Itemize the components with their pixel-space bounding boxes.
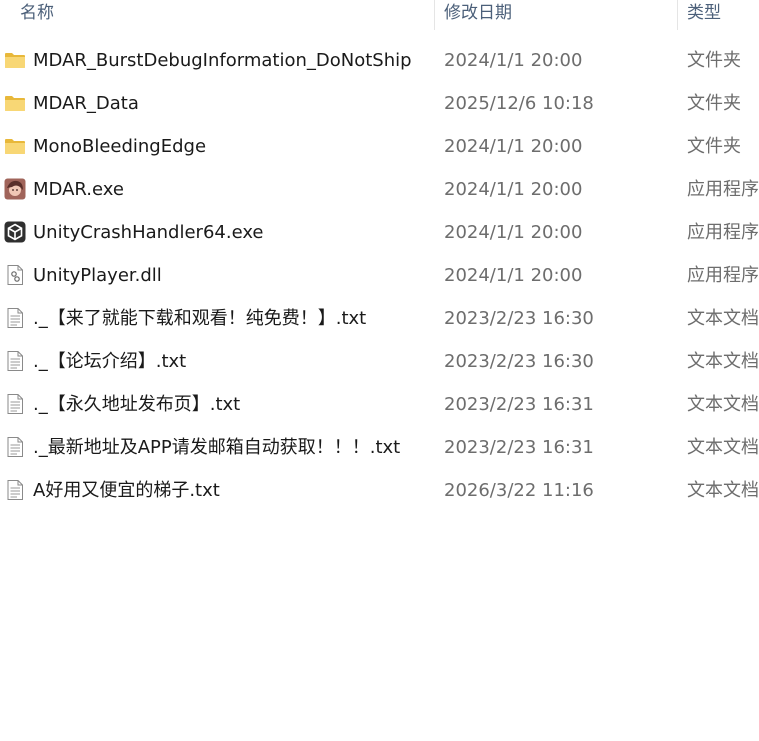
text-file-icon xyxy=(4,479,26,501)
column-divider[interactable] xyxy=(677,0,678,30)
file-type: 文本文档 xyxy=(687,394,759,415)
column-divider[interactable] xyxy=(434,0,435,30)
text-file-icon xyxy=(4,436,26,458)
text-file-icon xyxy=(4,350,26,372)
file-name: ._【永久地址发布页】.txt xyxy=(33,394,241,415)
file-type: 应用程序 xyxy=(687,265,759,286)
file-date: 2024/1/1 20:00 xyxy=(444,179,583,200)
file-explorer: 名称 修改日期 类型 MDAR_BurstDebugInformation_Do… xyxy=(0,0,759,741)
file-date: 2023/2/23 16:31 xyxy=(444,394,594,415)
file-type: 应用程序 xyxy=(687,179,759,200)
file-row[interactable]: UnityPlayer.dll 2024/1/1 20:00 应用程序 xyxy=(0,254,759,297)
file-name: ._【来了就能下载和观看！纯免费！】.txt xyxy=(33,308,367,329)
file-name: MDAR_Data xyxy=(33,93,139,114)
file-type: 文本文档 xyxy=(687,308,759,329)
file-type: 文本文档 xyxy=(687,437,759,458)
file-row[interactable]: UnityCrashHandler64.exe 2024/1/1 20:00 应用程… xyxy=(0,211,759,254)
folder-icon xyxy=(4,135,26,157)
dll-file-icon xyxy=(4,264,26,286)
file-name: UnityPlayer.dll xyxy=(33,265,162,286)
file-row[interactable]: ._【论坛介绍】.txt 2023/2/23 16:30 文本文档 xyxy=(0,340,759,383)
folder-icon xyxy=(4,49,26,71)
file-row[interactable]: A好用又便宜的梯子.txt 2026/3/22 11:16 文本文档 xyxy=(0,469,759,512)
file-type: 文本文档 xyxy=(687,351,759,372)
file-name: MDAR.exe xyxy=(33,179,124,200)
folder-icon xyxy=(4,92,26,114)
file-date: 2025/12/6 10:18 xyxy=(444,93,594,114)
text-file-icon xyxy=(4,307,26,329)
file-type: 文件夹 xyxy=(687,50,741,71)
text-file-icon xyxy=(4,393,26,415)
column-header-name[interactable]: 名称 xyxy=(20,0,430,30)
file-date: 2023/2/23 16:31 xyxy=(444,437,594,458)
file-row[interactable]: MDAR.exe 2024/1/1 20:00 应用程序 xyxy=(0,168,759,211)
file-type: 文件夹 xyxy=(687,93,741,114)
file-type: 应用程序 xyxy=(687,222,759,243)
app-character-icon xyxy=(4,178,26,200)
file-type: 文本文档 xyxy=(687,480,759,501)
file-date: 2024/1/1 20:00 xyxy=(444,136,583,157)
file-date: 2024/1/1 20:00 xyxy=(444,265,583,286)
column-header-type[interactable]: 类型 xyxy=(687,0,759,30)
file-list: MDAR_BurstDebugInformation_DoNotShip 2024… xyxy=(0,39,759,512)
file-name: MDAR_BurstDebugInformation_DoNotShip xyxy=(33,50,412,71)
file-row[interactable]: ._【来了就能下载和观看！纯免费！】.txt 2023/2/23 16:30 文本文… xyxy=(0,297,759,340)
file-date: 2023/2/23 16:30 xyxy=(444,351,594,372)
file-date: 2026/3/22 11:16 xyxy=(444,480,594,501)
unity-icon xyxy=(4,221,26,243)
file-name: A好用又便宜的梯子.txt xyxy=(33,480,220,501)
file-date: 2024/1/1 20:00 xyxy=(444,222,583,243)
file-row[interactable]: ._【永久地址发布页】.txt 2023/2/23 16:31 文本文档 xyxy=(0,383,759,426)
column-header-date[interactable]: 修改日期 xyxy=(444,0,674,30)
file-date: 2023/2/23 16:30 xyxy=(444,308,594,329)
column-header: 名称 修改日期 类型 xyxy=(0,0,759,30)
file-row[interactable]: ._最新地址及APP请发邮箱自动获取！！！.txt 2023/2/23 16:31… xyxy=(0,426,759,469)
file-row[interactable]: MonoBleedingEdge 2024/1/1 20:00 文件夹 xyxy=(0,125,759,168)
file-row[interactable]: MDAR_BurstDebugInformation_DoNotShip 2024… xyxy=(0,39,759,82)
file-name: ._【论坛介绍】.txt xyxy=(33,351,187,372)
file-type: 文件夹 xyxy=(687,136,741,157)
file-date: 2024/1/1 20:00 xyxy=(444,50,583,71)
file-name: MonoBleedingEdge xyxy=(33,136,207,157)
file-row[interactable]: MDAR_Data 2025/12/6 10:18 文件夹 xyxy=(0,82,759,125)
file-name: ._最新地址及APP请发邮箱自动获取！！！.txt xyxy=(33,437,401,458)
file-name: UnityCrashHandler64.exe xyxy=(33,222,264,243)
